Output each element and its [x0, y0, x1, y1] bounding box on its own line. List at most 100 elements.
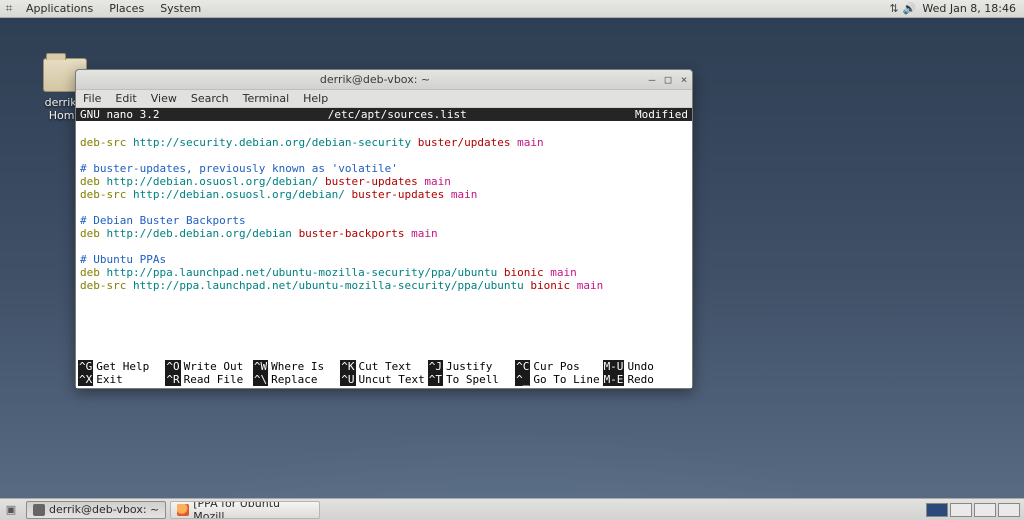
- t: main: [517, 136, 544, 149]
- task-label: derrik@deb-vbox: ~: [49, 503, 159, 516]
- shortcut-label: Go To Line: [533, 373, 599, 386]
- shortcut-label: Justify: [446, 360, 492, 373]
- nano-shortcuts: ^GGet Help^OWrite Out^WWhere Is^KCut Tex…: [76, 360, 692, 388]
- volume-icon[interactable]: 🔊: [901, 2, 919, 15]
- show-desktop-button[interactable]: ▣: [2, 501, 20, 519]
- clock[interactable]: Wed Jan 8, 18:46: [918, 2, 1024, 15]
- task-firefox[interactable]: [PPA for Ubuntu Mozill…: [170, 501, 320, 519]
- task-terminal[interactable]: derrik@deb-vbox: ~: [26, 501, 166, 519]
- nano-app: GNU nano 3.2: [80, 108, 159, 121]
- t: deb-src: [80, 279, 126, 292]
- shortcut-replace: ^\Replace: [253, 373, 340, 386]
- t: http://deb.debian.org/debian: [107, 227, 292, 240]
- shortcut-label: Uncut Text: [359, 373, 425, 386]
- titlebar[interactable]: derrik@deb-vbox: ~ – □ ×: [76, 70, 692, 90]
- t: main: [424, 175, 451, 188]
- task-label: [PPA for Ubuntu Mozill…: [193, 501, 313, 519]
- shortcut-label: Undo: [627, 360, 654, 373]
- shortcut-key: ^R: [165, 373, 180, 386]
- window-title: derrik@deb-vbox: ~: [106, 73, 644, 86]
- menu-system[interactable]: System: [152, 2, 209, 15]
- shortcut-uncut-text: ^U Uncut Text: [340, 373, 427, 386]
- shortcut-redo: M-ERedo: [603, 373, 690, 386]
- shortcut-key: ^_: [515, 373, 530, 386]
- minimize-button[interactable]: –: [644, 73, 660, 86]
- menu-search[interactable]: Search: [184, 92, 236, 105]
- editor-body[interactable]: deb-src http://security.debian.org/debia…: [76, 121, 692, 360]
- nano-file: /etc/apt/sources.list: [159, 108, 635, 121]
- shortcut-key: ^T: [428, 373, 443, 386]
- terminal-window: derrik@deb-vbox: ~ – □ × File Edit View …: [75, 69, 693, 389]
- shortcut-label: Cur Pos: [533, 360, 579, 373]
- t: deb-src: [80, 188, 126, 201]
- t: http://ppa.launchpad.net/ubuntu-mozilla-…: [107, 266, 498, 279]
- menu-file[interactable]: File: [76, 92, 108, 105]
- nano-status: Modified: [635, 108, 688, 121]
- shortcut-exit: ^XExit: [78, 373, 165, 386]
- shortcut-key: ^U: [340, 373, 355, 386]
- shortcut-write-out: ^O Write Out: [165, 360, 252, 373]
- shortcut-label: Read File: [184, 373, 244, 386]
- workspace-4[interactable]: [998, 503, 1020, 517]
- menu-edit[interactable]: Edit: [108, 92, 143, 105]
- shortcut-key: ^W: [253, 360, 268, 373]
- workspace-3[interactable]: [974, 503, 996, 517]
- menu-help[interactable]: Help: [296, 92, 335, 105]
- shortcut-key: M-E: [603, 373, 625, 386]
- t: http://debian.osuosl.org/debian/: [107, 175, 319, 188]
- shortcut-key: ^J: [428, 360, 443, 373]
- t: http://ppa.launchpad.net/ubuntu-mozilla-…: [133, 279, 524, 292]
- top-panel: ⌗ Applications Places System ⇅ 🔊 Wed Jan…: [0, 0, 1024, 18]
- shortcut-get-help: ^GGet Help: [78, 360, 165, 373]
- menu-applications[interactable]: Applications: [18, 2, 101, 15]
- shortcut-go-to-line: ^_Go To Line: [515, 373, 602, 386]
- terminal-icon: [33, 504, 45, 516]
- t: main: [411, 227, 438, 240]
- t: buster-backports: [299, 227, 405, 240]
- menu-places[interactable]: Places: [101, 2, 152, 15]
- t: buster-updates: [352, 188, 445, 201]
- t: deb: [80, 175, 100, 188]
- comment: # Debian Buster Backports: [80, 214, 246, 227]
- shortcut-key: M-U: [603, 360, 625, 373]
- t: deb-src: [80, 136, 126, 149]
- shortcut-to-spell: ^TTo Spell: [428, 373, 515, 386]
- t: bionic: [504, 266, 544, 279]
- t: main: [577, 279, 604, 292]
- shortcut-key: ^C: [515, 360, 530, 373]
- terminal[interactable]: GNU nano 3.2 /etc/apt/sources.list Modif…: [76, 108, 692, 388]
- shortcut-key: ^\: [253, 373, 268, 386]
- shortcut-key: ^X: [78, 373, 93, 386]
- shortcut-read-file: ^R Read File: [165, 373, 252, 386]
- comment: # buster-updates, previously known as 'v…: [80, 162, 398, 175]
- close-button[interactable]: ×: [676, 73, 692, 86]
- menu-view[interactable]: View: [144, 92, 184, 105]
- comment: # Ubuntu PPAs: [80, 253, 166, 266]
- shortcut-label: Exit: [96, 373, 123, 386]
- maximize-button[interactable]: □: [660, 73, 676, 86]
- shortcut-key: ^K: [340, 360, 355, 373]
- shortcut-label: Where Is: [271, 360, 324, 373]
- bottom-panel: ▣ derrik@deb-vbox: ~ [PPA for Ubuntu Moz…: [0, 498, 1024, 520]
- t: http://security.debian.org/debian-securi…: [133, 136, 411, 149]
- shortcut-label: Get Help: [96, 360, 149, 373]
- t: buster/updates: [418, 136, 511, 149]
- shortcut-where-is: ^WWhere Is: [253, 360, 340, 373]
- shortcut-label: To Spell: [446, 373, 499, 386]
- workspace-1[interactable]: [926, 503, 948, 517]
- shortcut-label: Write Out: [184, 360, 244, 373]
- shortcut-undo: M-UUndo: [603, 360, 690, 373]
- shortcut-key: ^G: [78, 360, 93, 373]
- t: bionic: [530, 279, 570, 292]
- menu-terminal[interactable]: Terminal: [236, 92, 297, 105]
- shortcut-label: Cut Text: [359, 360, 412, 373]
- t: deb: [80, 227, 100, 240]
- t: http://debian.osuosl.org/debian/: [133, 188, 345, 201]
- shortcut-key: ^O: [165, 360, 180, 373]
- firefox-icon: [177, 504, 189, 516]
- workspace-2[interactable]: [950, 503, 972, 517]
- shortcut-label: Replace: [271, 373, 317, 386]
- network-icon[interactable]: ⇅: [887, 2, 900, 15]
- t: main: [550, 266, 577, 279]
- shortcut-cur-pos: ^CCur Pos: [515, 360, 602, 373]
